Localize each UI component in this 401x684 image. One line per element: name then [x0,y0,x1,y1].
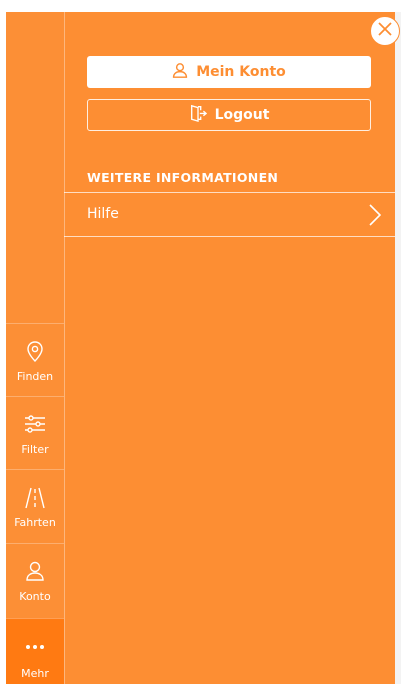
sidebar-item-mehr[interactable]: Mehr [6,618,64,684]
sidebar: Finden Filter Fahrten Konto Mehr [6,12,65,684]
sidebar-item-label: Konto [19,590,51,603]
sidebar-item-konto[interactable]: Konto [6,543,64,616]
app-frame: Finden Filter Fahrten Konto Mehr Mein Ko… [6,12,395,684]
user-icon [172,62,196,82]
more-menu-panel: Mein Konto Logout WEITERE INFORMATIONEN … [64,12,395,684]
sidebar-item-finden[interactable]: Finden [6,323,64,396]
my-account-label: Mein Konto [196,64,286,80]
menu-item-label: Hilfe [87,206,119,222]
my-account-button[interactable]: Mein Konto [87,56,371,88]
sliders-icon [6,413,64,437]
user-icon [6,560,64,584]
sidebar-item-label: Fahrten [14,516,56,529]
sidebar-item-filter[interactable]: Filter [6,396,64,469]
logout-button[interactable]: Logout [87,99,371,131]
location-pin-icon [6,340,64,364]
divider [64,236,395,237]
more-dots-icon [6,635,64,659]
road-icon [6,486,64,510]
logout-label: Logout [214,107,270,123]
close-button[interactable] [370,16,400,46]
sidebar-item-label: Mehr [21,667,49,680]
sidebar-item-fahrten[interactable]: Fahrten [6,469,64,542]
scroll-gutter [395,12,401,684]
sidebar-item-label: Finden [16,370,54,383]
menu-item-hilfe[interactable]: Hilfe [64,193,395,236]
logout-door-icon [189,104,215,126]
sidebar-item-label: Filter [21,443,49,456]
close-icon [377,21,393,41]
section-title: WEITERE INFORMATIONEN [87,170,279,185]
chevron-right-icon [369,204,382,230]
